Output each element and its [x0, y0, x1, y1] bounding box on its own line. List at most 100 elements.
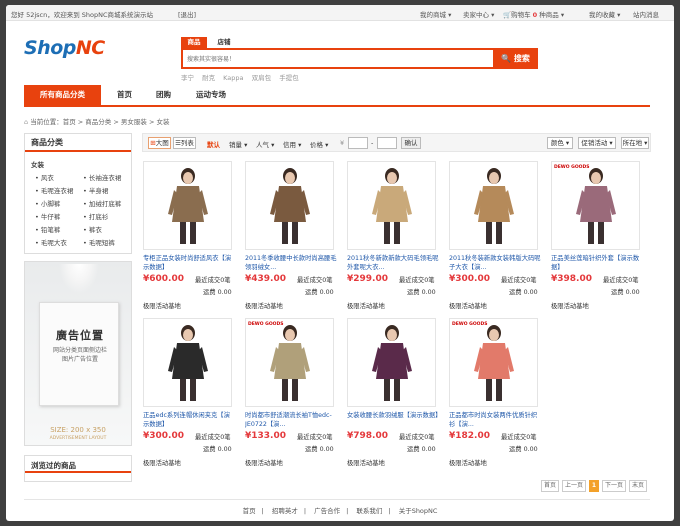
product-card[interactable]: 正品edc系列连帽休闲夹克【演示数据】 ¥300.00 最近成交0笔 运费 0.00 极…	[143, 318, 238, 467]
hot-word[interactable]: Kappa	[223, 74, 243, 82]
product-image[interactable]	[143, 161, 232, 250]
product-card[interactable]: 2011秋冬装新款女装韩版大码呢子大衣【演... ¥300.00 最近成交0笔 运费 …	[449, 161, 544, 310]
logo[interactable]: ShopNC	[24, 37, 105, 59]
product-image[interactable]	[143, 318, 232, 407]
logout-link[interactable]: [退出]	[178, 9, 196, 19]
product-title[interactable]: 2011秋冬新款新款大码毛领毛呢外套呢大衣...	[347, 254, 440, 272]
product-price: ¥299.00	[347, 274, 388, 284]
product-promo[interactable]: 极限活动基地	[449, 458, 487, 467]
footer-link[interactable]: 联系我们	[356, 507, 382, 515]
sidebar-ad[interactable]: 廣告位置 网站分类页面侧边栏 图片广告位置 SIZE: 200 x 350 ADV…	[24, 261, 132, 446]
location-filter[interactable]: 所在地 ▾	[621, 137, 649, 149]
sidebar-item[interactable]: • 牛仔裤	[35, 211, 60, 221]
sort-default[interactable]: 默认	[207, 139, 220, 149]
product-card[interactable]: 2011冬季收腰中长款时尚高腰毛领羽绒女... ¥439.00 最近成交0笔 运费 0…	[245, 161, 340, 310]
product-image[interactable]: DEWO GOODS	[245, 318, 334, 407]
messages-link[interactable]: 站内消息	[633, 9, 659, 19]
search-button[interactable]: 🔍 搜索	[493, 48, 538, 69]
price-max-input[interactable]	[377, 137, 397, 149]
cart-link[interactable]: 🛒购物车 0 种商品 ▾	[503, 9, 564, 19]
product-card[interactable]: 女装收腰长款羽绒服【演示数据】 ¥798.00 最近成交0笔 运费 0.00 极限活动基…	[347, 318, 442, 467]
sidebar-item[interactable]: • 长袖连衣裙	[83, 172, 121, 182]
my-favorites-link[interactable]: 我的收藏 ▾	[589, 9, 620, 19]
hot-word[interactable]: 手提包	[279, 74, 299, 82]
all-categories-tab[interactable]: 所有商品分类	[24, 85, 101, 105]
sidebar-item[interactable]: • 打底衫	[83, 211, 108, 221]
product-promo[interactable]: 极限活动基地	[449, 301, 487, 310]
product-image[interactable]	[245, 161, 334, 250]
product-price: ¥398.00	[551, 274, 592, 284]
search-input[interactable]	[187, 53, 487, 65]
sort-popularity[interactable]: 人气 ▾	[256, 139, 274, 149]
product-promo[interactable]: 极限活动基地	[245, 301, 283, 310]
product-title[interactable]: 正品edc系列连帽休闲夹克【演示数据】	[143, 411, 236, 429]
hot-word[interactable]: 耐克	[202, 74, 215, 82]
product-image[interactable]	[449, 161, 538, 250]
sidebar-item[interactable]: • 毛呢连衣裙	[35, 185, 73, 195]
product-title[interactable]: 正品都市时尚女装两件优质针织衫【演...	[449, 411, 542, 429]
product-title[interactable]: 2011冬季收腰中长款时尚高腰毛领羽绒女...	[245, 254, 338, 272]
product-card[interactable]: DEWO GOODS 正品美丝莲暗针织外套【演示数据】 ¥398.00 最近成交0笔运…	[551, 161, 646, 310]
page-next[interactable]: 下一页	[602, 480, 626, 492]
sidebar-item[interactable]: • 小脚裤	[35, 198, 60, 208]
product-image[interactable]: DEWO GOODS	[449, 318, 538, 407]
page-first[interactable]: 首页	[541, 480, 559, 492]
product-title[interactable]: 正品美丝莲暗针织外套【演示数据】	[551, 254, 644, 272]
hot-word[interactable]: 双肩包	[252, 74, 272, 82]
product-image[interactable]: DEWO GOODS	[551, 161, 640, 250]
product-card[interactable]: DEWO GOODS 正品都市时尚女装两件优质针织衫【演... ¥182.00 最近成…	[449, 318, 544, 467]
my-mall-link[interactable]: 我的商城 ▾	[420, 9, 451, 19]
page-prev[interactable]: 上一页	[562, 480, 586, 492]
sidebar-item[interactable]: • 加绒打底裤	[83, 198, 121, 208]
price-min-input[interactable]	[348, 137, 368, 149]
search-tab-store[interactable]: 店铺	[211, 37, 237, 48]
page-current[interactable]: 1	[589, 480, 599, 492]
sidebar-item[interactable]: • 半身裙	[83, 185, 108, 195]
model-photo	[168, 168, 208, 244]
footer-link[interactable]: 广告合作	[314, 507, 340, 515]
seller-center-link[interactable]: 卖家中心 ▾	[463, 9, 494, 19]
product-promo[interactable]: 极限活动基地	[143, 458, 181, 467]
sidebar-item[interactable]: • 毛呢大衣	[35, 237, 67, 247]
product-card[interactable]: DEWO GOODS 时尚都市舒适潮流长袖T恤edc-JE0722【演... ¥13…	[245, 318, 340, 467]
list-view-button[interactable]: ☰列表	[173, 137, 196, 149]
nav-home[interactable]: 首页	[117, 85, 132, 105]
product-card[interactable]: 专柜正品女装时尚舒适风衣【演示数据】 ¥600.00 最近成交0笔 运费 0.00 极限…	[143, 161, 238, 310]
sidebar-item[interactable]: • 裤衣	[83, 224, 102, 234]
product-price: ¥133.00	[245, 431, 286, 441]
footer-link[interactable]: 关于ShopNC	[399, 507, 438, 515]
product-promo[interactable]: 极限活动基地	[551, 301, 589, 310]
product-promo[interactable]: 极限活动基地	[347, 301, 385, 310]
search-tab-goods[interactable]: 商品	[181, 37, 207, 48]
sidebar-item[interactable]: • 毛呢短裤	[83, 237, 115, 247]
color-filter[interactable]: 颜色 ▾	[547, 137, 573, 149]
nav-groupbuy[interactable]: 团购	[156, 85, 171, 105]
footer-link[interactable]: 招聘英才	[272, 507, 298, 515]
product-image[interactable]	[347, 318, 436, 407]
product-card[interactable]: 2011秋冬新款新款大码毛领毛呢外套呢大衣... ¥299.00 最近成交0笔 运费 …	[347, 161, 442, 310]
nav-sports[interactable]: 运动专场	[196, 85, 226, 105]
sort-credit[interactable]: 信用 ▾	[283, 139, 301, 149]
sort-price[interactable]: 价格 ▾	[310, 139, 328, 149]
sort-sales[interactable]: 销量 ▾	[229, 139, 247, 149]
spotlight-decoration	[59, 264, 99, 294]
sidebar-item[interactable]: • 铅笔裤	[35, 224, 60, 234]
product-promo[interactable]: 极限活动基地	[245, 458, 283, 467]
sidebar-item[interactable]: • 风衣	[35, 172, 54, 182]
big-view-button[interactable]: ⊞大图	[148, 137, 171, 149]
product-title[interactable]: 女装收腰长款羽绒服【演示数据】	[347, 411, 440, 429]
product-title[interactable]: 时尚都市舒适潮流长袖T恤edc-JE0722【演...	[245, 411, 338, 429]
product-promo[interactable]: 极限活动基地	[143, 301, 181, 310]
promo-filter[interactable]: 促销活动 ▾	[578, 137, 616, 149]
product-title[interactable]: 专柜正品女装时尚舒适风衣【演示数据】	[143, 254, 236, 272]
breadcrumb-path[interactable]: 首页 > 商品分类 > 男女服装 > 女装	[63, 118, 170, 126]
sidebar-category[interactable]: 女装	[31, 159, 44, 169]
product-image[interactable]	[347, 161, 436, 250]
hot-word[interactable]: 李宁	[181, 74, 194, 82]
footer-link[interactable]: 首页	[243, 507, 256, 515]
price-confirm-button[interactable]: 确认	[401, 137, 421, 149]
product-promo[interactable]: 极限活动基地	[347, 458, 385, 467]
page-last[interactable]: 末页	[629, 480, 647, 492]
product-sold: 最近成交0笔	[399, 434, 435, 441]
product-title[interactable]: 2011秋冬装新款女装韩版大码呢子大衣【演...	[449, 254, 542, 272]
